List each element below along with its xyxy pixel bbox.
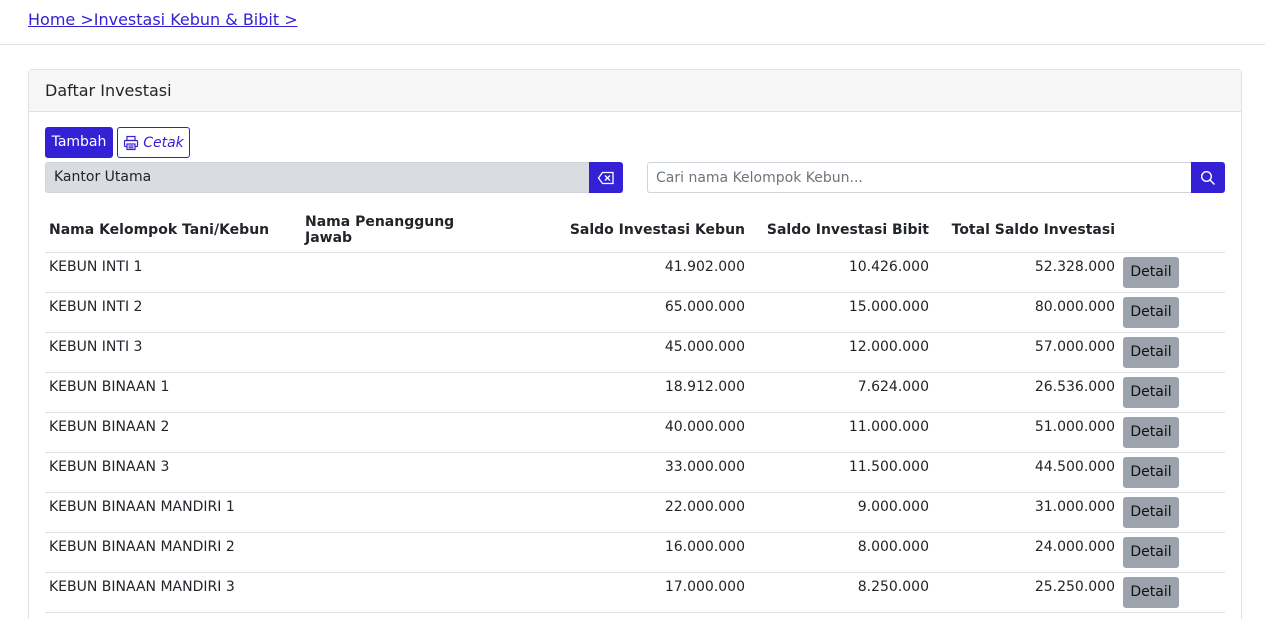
- cell-saldo-kebun: 65.000.000: [501, 292, 749, 333]
- cell-saldo-bibit: 11.500.000: [749, 452, 933, 493]
- table-row: KEBUN BINAAN MANDIRI 1 22.000.000 9.000.00…: [45, 492, 1225, 533]
- search-button[interactable]: [1191, 162, 1225, 193]
- detail-button[interactable]: Detail: [1123, 497, 1179, 528]
- branch-field[interactable]: Kantor Utama: [45, 162, 589, 193]
- cell-total-saldo: 31.000.000: [933, 492, 1119, 533]
- cell-saldo-bibit: 10.426.000: [749, 252, 933, 293]
- cell-group-name: KEBUN BINAAN MANDIRI 1: [45, 492, 301, 533]
- detail-button[interactable]: Detail: [1123, 457, 1179, 488]
- cell-total-saldo: 51.000.000: [933, 412, 1119, 453]
- cell-person: [301, 292, 501, 333]
- breadcrumb-bar: Home >Investasi Kebun & Bibit >: [0, 0, 1265, 45]
- cell-action: Detail: [1119, 252, 1225, 293]
- investment-list-card: Daftar Investasi Tambah Cetak Kantor Uta…: [28, 69, 1242, 619]
- cell-total-saldo: 25.250.000: [933, 572, 1119, 613]
- cell-saldo-kebun: 16.000.000: [501, 532, 749, 573]
- cell-action: Detail: [1119, 292, 1225, 333]
- cell-saldo-kebun: 40.000.000: [501, 412, 749, 453]
- header-group-name: Nama Kelompok Tani/Kebun: [45, 208, 301, 253]
- header-saldo-kebun: Saldo Investasi Kebun: [501, 208, 749, 253]
- cell-group-name: KEBUN INTI 2: [45, 292, 301, 333]
- table-row: KEBUN BINAAN 3 33.000.000 11.500.000 44.500…: [45, 452, 1225, 493]
- cell-total-saldo: 26.536.000: [933, 372, 1119, 413]
- branch-selector: Kantor Utama: [45, 162, 623, 193]
- detail-button[interactable]: Detail: [1123, 337, 1179, 368]
- detail-button[interactable]: Detail: [1123, 577, 1179, 608]
- table-row: KEBUN BINAAN 2 40.000.000 11.000.000 51.000…: [45, 412, 1225, 453]
- backspace-icon: [597, 171, 614, 184]
- cell-saldo-bibit: 8.250.000: [749, 572, 933, 613]
- breadcrumb-link[interactable]: Home >Investasi Kebun & Bibit >: [28, 10, 298, 29]
- table-row: KEBUN BINAAN 1 18.912.000 7.624.000 26.536.…: [45, 372, 1225, 413]
- cell-person: [301, 532, 501, 573]
- print-button[interactable]: Cetak: [117, 127, 190, 158]
- header-person: Nama Penanggung Jawab: [301, 208, 501, 253]
- cell-saldo-kebun: 33.000.000: [501, 452, 749, 493]
- search-icon: [1200, 170, 1215, 185]
- investment-table: Nama Kelompok Tani/Kebun Nama Penanggung…: [45, 208, 1225, 613]
- print-button-label: Cetak: [143, 134, 184, 151]
- cell-group-name: KEBUN BINAAN 1: [45, 372, 301, 413]
- cell-person: [301, 492, 501, 533]
- cell-action: Detail: [1119, 492, 1225, 533]
- cell-group-name: KEBUN INTI 3: [45, 332, 301, 373]
- cell-total-saldo: 44.500.000: [933, 452, 1119, 493]
- cell-person: [301, 452, 501, 493]
- cell-saldo-bibit: 11.000.000: [749, 412, 933, 453]
- cell-action: Detail: [1119, 532, 1225, 573]
- header-total-saldo: Total Saldo Investasi: [933, 208, 1119, 253]
- cell-group-name: KEBUN INTI 1: [45, 252, 301, 293]
- cell-total-saldo: 80.000.000: [933, 292, 1119, 333]
- detail-button[interactable]: Detail: [1123, 417, 1179, 448]
- cell-total-saldo: 24.000.000: [933, 532, 1119, 573]
- cell-action: Detail: [1119, 412, 1225, 453]
- cell-saldo-bibit: 15.000.000: [749, 292, 933, 333]
- card-title: Daftar Investasi: [29, 70, 1241, 112]
- table-row: KEBUN BINAAN MANDIRI 2 16.000.000 8.000.00…: [45, 532, 1225, 573]
- search-group: [647, 162, 1225, 193]
- printer-icon: [124, 135, 139, 150]
- cell-saldo-bibit: 8.000.000: [749, 532, 933, 573]
- detail-button[interactable]: Detail: [1123, 297, 1179, 328]
- cell-saldo-bibit: 12.000.000: [749, 332, 933, 373]
- cell-person: [301, 372, 501, 413]
- search-input[interactable]: [647, 162, 1191, 193]
- detail-button[interactable]: Detail: [1123, 377, 1179, 408]
- cell-group-name: KEBUN BINAAN 2: [45, 412, 301, 453]
- cell-action: Detail: [1119, 572, 1225, 613]
- cell-action: Detail: [1119, 372, 1225, 413]
- table-row: KEBUN INTI 3 45.000.000 12.000.000 57.000.0…: [45, 332, 1225, 373]
- cell-saldo-bibit: 7.624.000: [749, 372, 933, 413]
- cell-group-name: KEBUN BINAAN 3: [45, 452, 301, 493]
- cell-action: Detail: [1119, 332, 1225, 373]
- cell-person: [301, 572, 501, 613]
- cell-group-name: KEBUN BINAAN MANDIRI 2: [45, 532, 301, 573]
- cell-saldo-kebun: 22.000.000: [501, 492, 749, 533]
- table-row: KEBUN BINAAN MANDIRI 3 17.000.000 8.250.00…: [45, 572, 1225, 613]
- cell-person: [301, 412, 501, 453]
- branch-clear-button[interactable]: [589, 162, 623, 193]
- cell-saldo-kebun: 17.000.000: [501, 572, 749, 613]
- cell-total-saldo: 52.328.000: [933, 252, 1119, 293]
- header-saldo-bibit: Saldo Investasi Bibit: [749, 208, 933, 253]
- cell-saldo-kebun: 45.000.000: [501, 332, 749, 373]
- breadcrumb: Home >Investasi Kebun & Bibit >: [28, 10, 298, 29]
- cell-total-saldo: 57.000.000: [933, 332, 1119, 373]
- table-row: KEBUN INTI 1 41.902.000 10.426.000 52.328.0…: [45, 252, 1225, 293]
- add-button[interactable]: Tambah: [45, 127, 113, 158]
- cell-person: [301, 332, 501, 373]
- cell-group-name: KEBUN BINAAN MANDIRI 3: [45, 572, 301, 613]
- cell-saldo-bibit: 9.000.000: [749, 492, 933, 533]
- cell-saldo-kebun: 18.912.000: [501, 372, 749, 413]
- cell-saldo-kebun: 41.902.000: [501, 252, 749, 293]
- cell-action: Detail: [1119, 452, 1225, 493]
- header-action: [1119, 208, 1225, 253]
- table-header-row: Nama Kelompok Tani/Kebun Nama Penanggung…: [45, 208, 1225, 253]
- table-row: KEBUN INTI 2 65.000.000 15.000.000 80.000.0…: [45, 292, 1225, 333]
- cell-person: [301, 252, 501, 293]
- detail-button[interactable]: Detail: [1123, 537, 1179, 568]
- detail-button[interactable]: Detail: [1123, 257, 1179, 288]
